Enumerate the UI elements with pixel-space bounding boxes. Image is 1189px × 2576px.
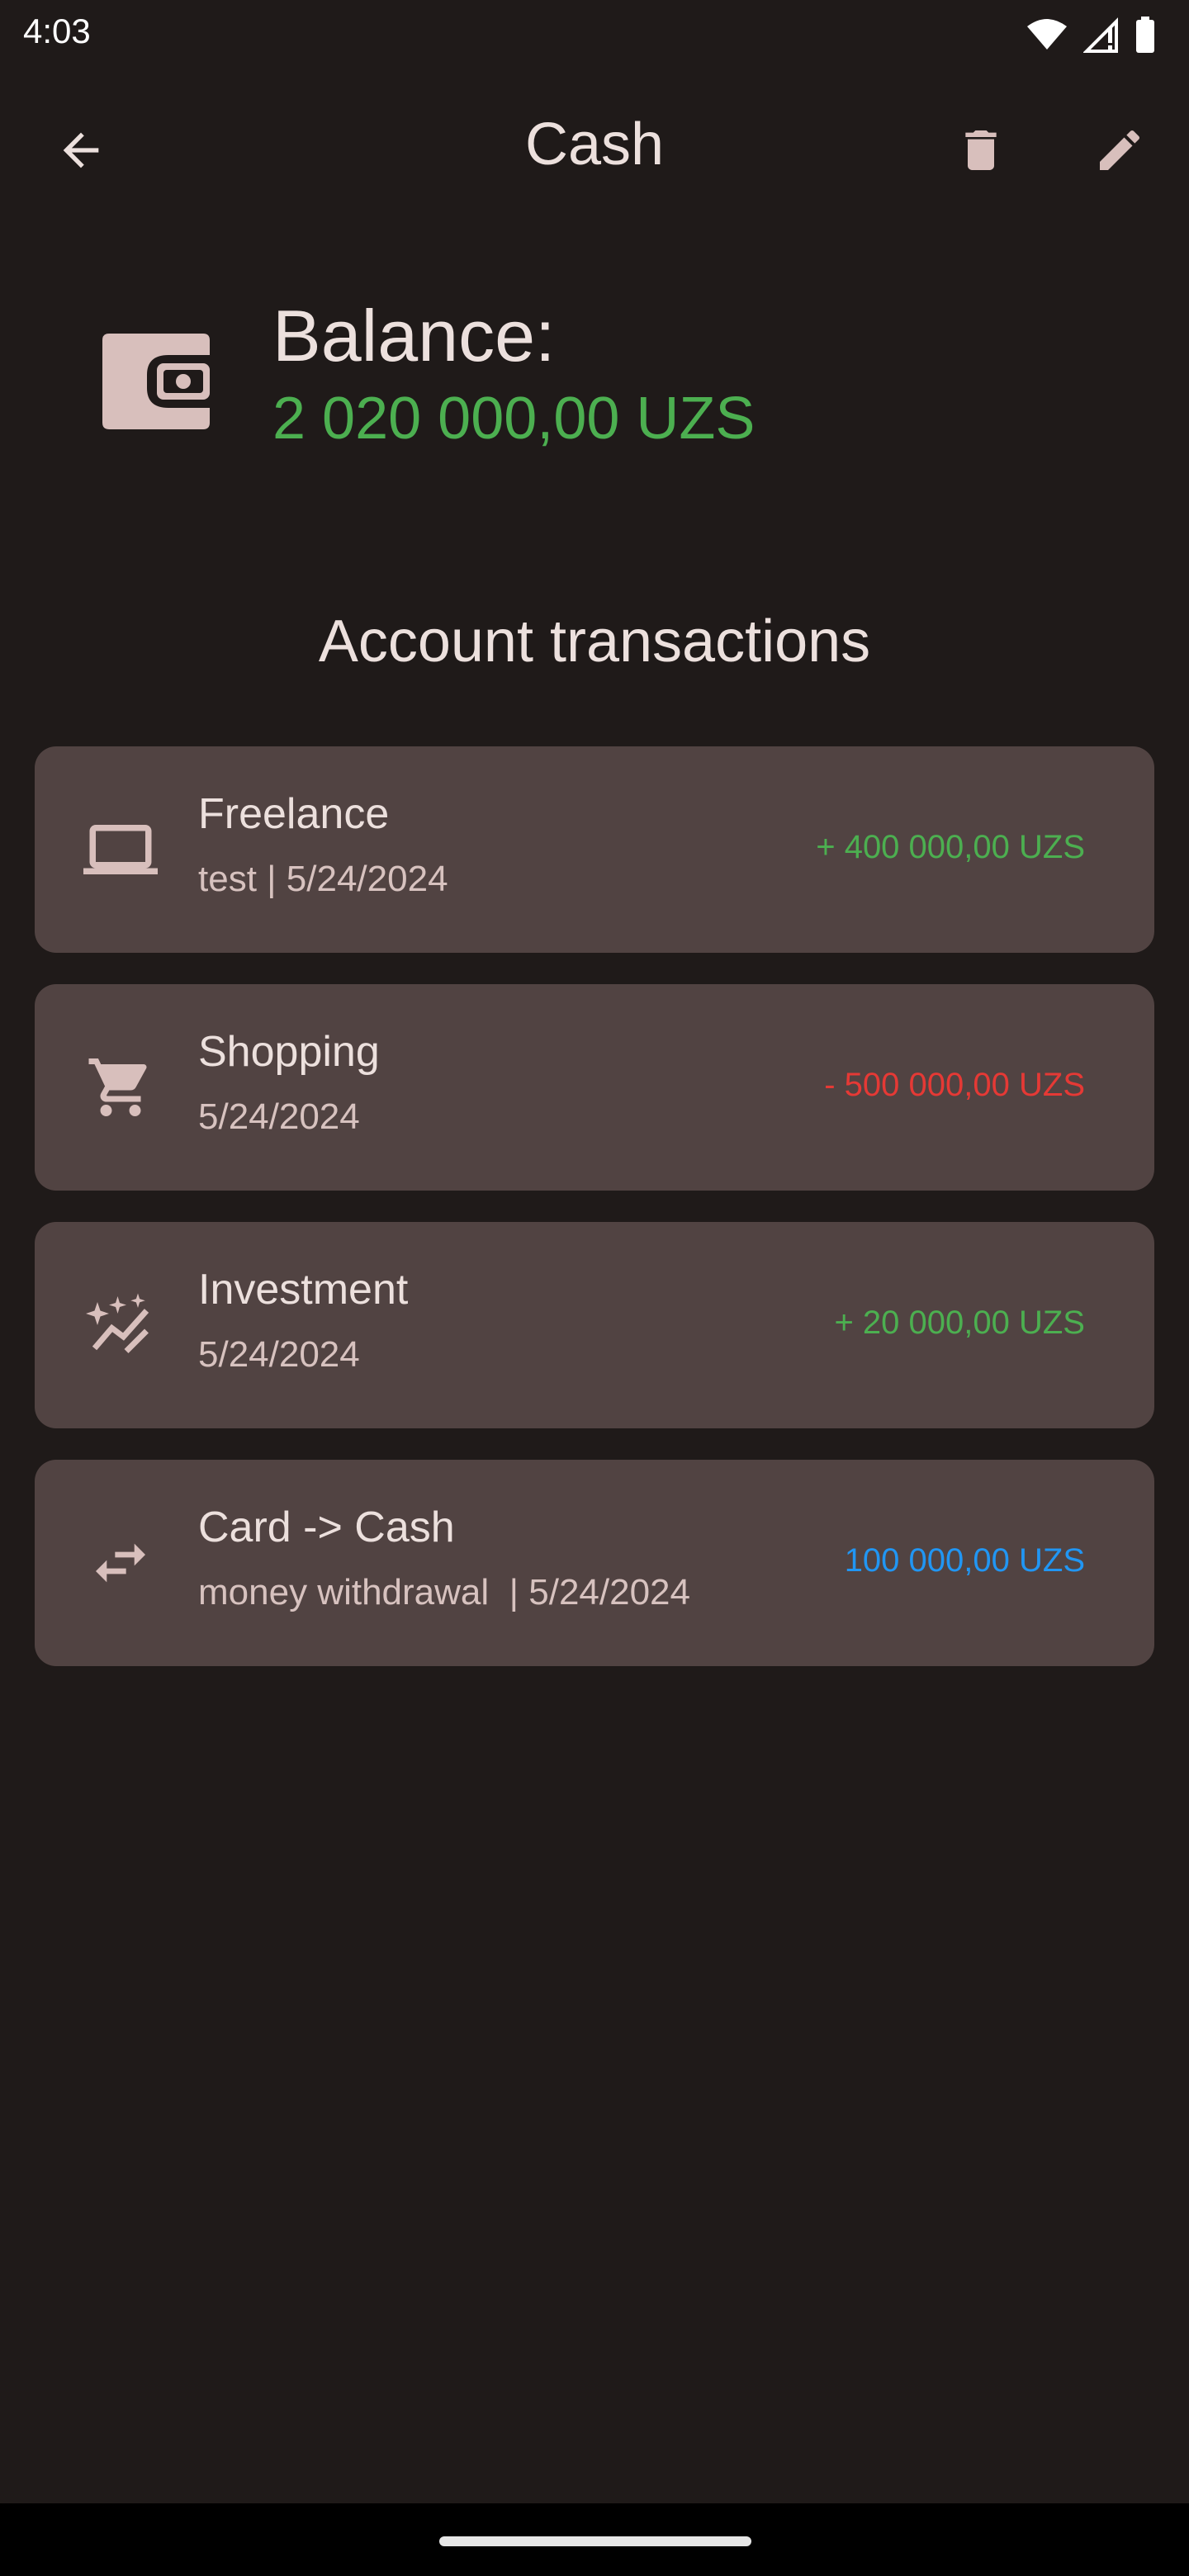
- app-bar: Cash: [0, 79, 1189, 221]
- transaction-card[interactable]: Investment 5/24/2024 + 20 000,00 UZS: [35, 1222, 1154, 1428]
- status-time: 4:03: [23, 12, 91, 50]
- transaction-title: Card -> Cash: [198, 1503, 455, 1551]
- transaction-card[interactable]: Card -> Cash money withdrawal | 5/24/202…: [35, 1460, 1154, 1666]
- delete-icon: [955, 124, 1007, 177]
- transaction-title: Investment: [198, 1266, 409, 1314]
- home-indicator[interactable]: [439, 2536, 751, 2546]
- transaction-amount: + 400 000,00 UZS: [816, 829, 1085, 865]
- balance-section: Balance: 2 020 000,00 UZS: [0, 281, 1189, 479]
- transaction-subtitle: money withdrawal | 5/24/2024: [198, 1572, 690, 1612]
- edit-icon: [1093, 124, 1146, 177]
- transaction-amount: - 500 000,00 UZS: [824, 1067, 1085, 1103]
- status-icons: [1026, 15, 1156, 54]
- balance-label: Balance:: [272, 295, 556, 376]
- transaction-subtitle: test | 5/24/2024: [198, 859, 448, 899]
- transaction-subtitle: 5/24/2024: [198, 1334, 360, 1375]
- laptop-icon: [83, 812, 158, 887]
- wallet-icon: [97, 324, 213, 443]
- edit-button[interactable]: [1073, 104, 1166, 197]
- transaction-subtitle: 5/24/2024: [198, 1096, 360, 1137]
- transaction-list: Freelance test | 5/24/2024 + 400 000,00 …: [35, 746, 1154, 1698]
- section-title: Account transactions: [318, 608, 871, 675]
- system-navigation-bar: [0, 2503, 1189, 2576]
- balance-value: 2 020 000,00 UZS: [272, 386, 756, 452]
- cellular-signal-icon: [1083, 17, 1120, 53]
- delete-button[interactable]: [935, 104, 1027, 197]
- transaction-amount: 100 000,00 UZS: [844, 1542, 1085, 1579]
- status-bar: 4:03: [0, 0, 1189, 69]
- transaction-card[interactable]: Shopping 5/24/2024 - 500 000,00 UZS: [35, 984, 1154, 1191]
- battery-icon: [1135, 17, 1156, 53]
- transaction-title: Freelance: [198, 790, 390, 838]
- transaction-card[interactable]: Freelance test | 5/24/2024 + 400 000,00 …: [35, 746, 1154, 953]
- transfer-arrows-icon: [88, 1530, 154, 1596]
- wifi-icon: [1026, 18, 1068, 51]
- transaction-amount: + 20 000,00 UZS: [834, 1305, 1085, 1341]
- shopping-cart-icon: [86, 1053, 155, 1122]
- investment-trend-icon: [86, 1290, 155, 1360]
- transaction-title: Shopping: [198, 1028, 380, 1076]
